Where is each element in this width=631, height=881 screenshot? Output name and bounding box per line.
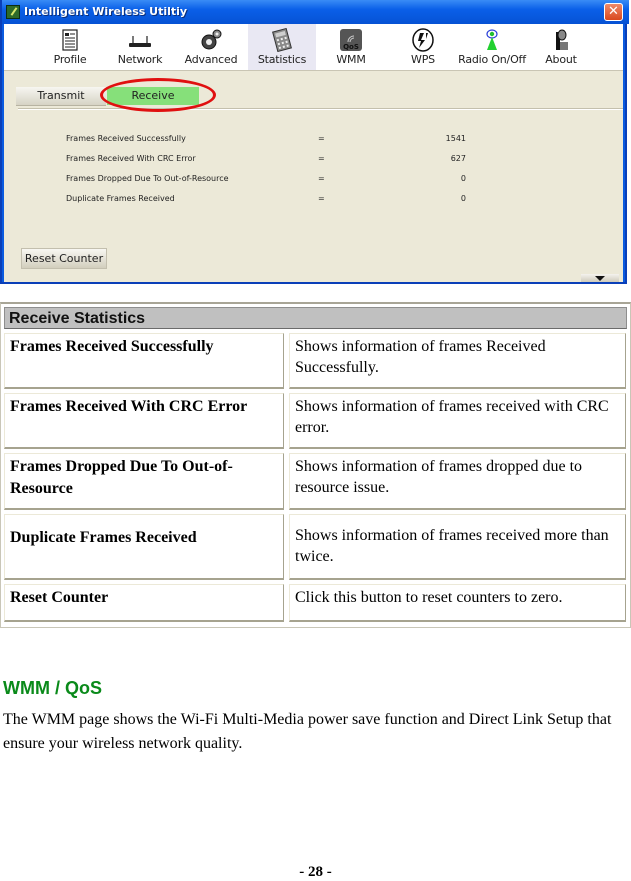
tab-divider — [18, 108, 623, 110]
stat-label: Duplicate Frames Received — [66, 194, 175, 203]
term-cell: Reset Counter — [4, 584, 284, 622]
stat-label: Frames Dropped Due To Out-of-Resource — [66, 174, 229, 183]
toolbar-label: Network — [117, 53, 163, 66]
toolbar-about[interactable]: About — [538, 24, 584, 70]
section-heading: WMM / QoS — [3, 678, 102, 698]
window-title: Intelligent Wireless Utiltiy — [24, 5, 188, 18]
receive-statistics-table: Receive Statistics Frames Received Succe… — [0, 302, 631, 628]
section-paragraph: The WMM page shows the Wi-Fi Multi-Media… — [3, 711, 612, 752]
stat-label: Frames Received Successfully — [66, 134, 186, 143]
toolbar-label: Statistics — [257, 53, 307, 66]
description-cell: Shows information of frames dropped due … — [289, 453, 626, 510]
statistics-icon — [272, 28, 292, 52]
table-header: Receive Statistics — [4, 307, 627, 329]
tab-receive[interactable]: Receive — [107, 87, 199, 105]
expand-arrow-button[interactable] — [581, 274, 619, 282]
table-row: Duplicate Frames Received Shows informat… — [4, 514, 627, 580]
toolbar-label: Radio On/Off — [458, 53, 526, 66]
page-number: - 28 - — [299, 864, 332, 880]
client-area: Profile Network Advanced Statistics QoS … — [4, 24, 623, 282]
toolbar-radio-onoff[interactable]: Radio On/Off — [452, 24, 532, 70]
network-icon — [129, 36, 151, 47]
app-icon — [6, 5, 20, 19]
app-window: Intelligent Wireless Utiltiy ✕ Profile N… — [0, 0, 629, 284]
term-cell: Frames Received Successfully — [4, 333, 284, 389]
toolbar-wmm[interactable]: QoS WMM — [326, 24, 376, 70]
stat-row: Frames Received With CRC Error = 627 — [66, 154, 466, 168]
toolbar-profile[interactable]: Profile — [44, 24, 96, 70]
term-cell: Frames Received With CRC Error — [4, 393, 284, 449]
stat-label: Frames Received With CRC Error — [66, 154, 196, 163]
about-icon — [556, 29, 568, 50]
advanced-icon — [201, 29, 222, 50]
svg-text:QoS: QoS — [343, 43, 359, 51]
stat-value: 0 — [460, 194, 466, 203]
profile-icon — [62, 29, 78, 51]
stat-value: 0 — [460, 174, 466, 183]
toolbar: Profile Network Advanced Statistics QoS … — [4, 24, 623, 71]
stat-row: Frames Dropped Due To Out-of-Resource = … — [66, 174, 466, 188]
table-row: Frames Received Successfully Shows infor… — [4, 333, 627, 389]
description-cell: Shows information of frames received wit… — [289, 393, 626, 449]
close-button[interactable]: ✕ — [604, 3, 623, 21]
term-cell: Duplicate Frames Received — [4, 514, 284, 580]
toolbar-label: Profile — [53, 53, 87, 66]
stat-value: 1541 — [445, 134, 466, 143]
toolbar-statistics[interactable]: Statistics — [248, 24, 316, 70]
stat-equals: = — [318, 174, 325, 183]
toolbar-label: WMM — [336, 53, 366, 66]
stat-row: Frames Received Successfully = 1541 — [66, 134, 466, 148]
toolbar-label: Advanced — [184, 53, 238, 66]
description-cell: Shows information of frames Received Suc… — [289, 333, 626, 389]
stat-value: 627 — [450, 154, 466, 163]
description-cell: Shows information of frames received mor… — [289, 514, 626, 580]
wmm-qos-icon: QoS — [340, 29, 362, 51]
toolbar-wps[interactable]: WPS — [400, 24, 446, 70]
reset-counter-button[interactable]: Reset Counter — [21, 248, 107, 269]
toolbar-network[interactable]: Network — [112, 24, 168, 70]
wps-icon — [412, 28, 434, 52]
tab-transmit[interactable]: Transmit — [16, 87, 106, 106]
table-row: Reset Counter Click this button to reset… — [4, 584, 627, 622]
title-bar[interactable]: Intelligent Wireless Utiltiy ✕ — [2, 0, 629, 24]
toolbar-advanced[interactable]: Advanced — [180, 24, 242, 70]
description-cell: Click this button to reset counters to z… — [289, 584, 626, 622]
toolbar-label: WPS — [411, 53, 435, 66]
table-row: Frames Received With CRC Error Shows inf… — [4, 393, 627, 449]
toolbar-label: About — [545, 53, 577, 66]
stat-equals: = — [318, 134, 325, 143]
stat-row: Duplicate Frames Received = 0 — [66, 194, 466, 208]
radio-icon — [486, 29, 498, 50]
table-row: Frames Dropped Due To Out-of-Resource Sh… — [4, 453, 627, 510]
stat-equals: = — [318, 194, 325, 203]
term-cell: Frames Dropped Due To Out-of-Resource — [4, 453, 284, 510]
stat-equals: = — [318, 154, 325, 163]
